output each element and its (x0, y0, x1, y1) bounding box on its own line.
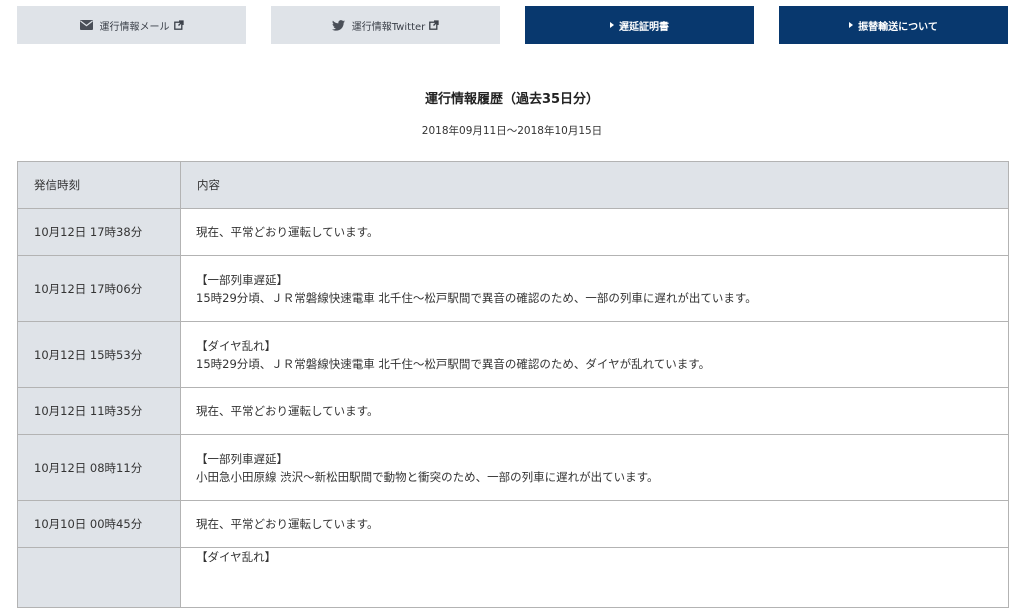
envelope-icon (79, 20, 93, 30)
row-content: 現在、平常どおり運転しています。 (180, 387, 1009, 435)
table-row: 10月12日 17時38分 現在、平常どおり運転しています。 (17, 208, 1009, 256)
top-navigation: 運行情報メール 運行情報Twitter 遅延証明書 振替輸送について (0, 6, 1024, 44)
history-period: 2018年09月11日～2018年10月15日 (421, 125, 603, 137)
row-body: 15時29分頃、ＪＲ常磐線快速電車 北千住～松戸駅間で異音の確認のため、ダイヤが… (196, 356, 711, 371)
service-info-twitter-button[interactable]: 運行情報Twitter (271, 6, 500, 44)
service-info-mail-button[interactable]: 運行情報メール (17, 6, 246, 44)
row-time: 10月12日 08時11分 (17, 434, 181, 501)
table-row: 10月10日 00時45分 現在、平常どおり運転しています。 (17, 500, 1009, 548)
triangle-right-icon (849, 22, 854, 28)
service-info-mail-label: 運行情報メール (99, 21, 170, 33)
row-time: 10月12日 17時06分 (17, 255, 181, 322)
external-link-icon (429, 20, 439, 30)
row-body: 現在、平常どおり運転しています。 (196, 404, 379, 418)
table-row: 10月12日 15時53分 【ダイヤ乱れ】 15時29分頃、ＪＲ常磐線快速電車 … (17, 321, 1009, 388)
column-header-time: 発信時刻 (17, 161, 181, 209)
page-title: 運行情報履歴（過去35日分） (424, 92, 600, 107)
row-content: 現在、平常どおり運転しています。 (180, 500, 1009, 548)
row-time: 10月12日 15時53分 (17, 321, 181, 388)
row-content: 【一部列車遅延】 15時29分頃、ＪＲ常磐線快速電車 北千住～松戸駅間で異音の確… (180, 255, 1009, 322)
service-info-twitter-label: 運行情報Twitter (351, 21, 426, 33)
transfer-transport-button[interactable]: 振替輸送について (779, 6, 1008, 44)
table-row: 10月12日 17時06分 【一部列車遅延】 15時29分頃、ＪＲ常磐線快速電車… (17, 255, 1009, 322)
column-header-content: 内容 (180, 161, 1009, 209)
table-row: 10月12日 11時35分 現在、平常どおり運転しています。 (17, 387, 1009, 435)
delay-certificate-button[interactable]: 遅延証明書 (525, 6, 754, 44)
row-content: 【一部列車遅延】 小田急小田原線 渋沢～新松田駅間で動物と衝突のため、一部の列車… (180, 434, 1009, 501)
history-table: 発信時刻 内容 10月12日 17時38分 現在、平常どおり運転しています。 1… (17, 161, 1009, 608)
row-time: 10月10日 00時45分 (17, 500, 181, 548)
row-body: 現在、平常どおり運転しています。 (196, 517, 379, 531)
table-header-row: 発信時刻 内容 (17, 161, 1009, 209)
transfer-transport-label: 振替輸送について (858, 21, 938, 33)
row-time: 10月12日 17時38分 (17, 208, 181, 256)
row-title: 【ダイヤ乱れ】 (196, 338, 277, 353)
twitter-bird-icon (331, 19, 345, 31)
row-title: 【一部列車遅延】 (196, 451, 288, 466)
row-content: 現在、平常どおり運転しています。 (180, 208, 1009, 256)
row-content: 【ダイヤ乱れ】 15時29分頃、ＪＲ常磐線快速電車 北千住～松戸駅間で異音の確認… (180, 321, 1009, 388)
table-row: 10月12日 08時11分 【一部列車遅延】 小田急小田原線 渋沢～新松田駅間で… (17, 434, 1009, 501)
delay-certificate-label: 遅延証明書 (619, 21, 669, 33)
row-title: 【一部列車遅延】 (196, 272, 288, 287)
triangle-right-icon (610, 22, 614, 28)
external-link-icon (173, 20, 184, 30)
row-body: 小田急小田原線 渋沢～新松田駅間で動物と衝突のため、一部の列車に遅れが出ています… (196, 469, 659, 484)
row-title: 【ダイヤ乱れ】 (196, 550, 277, 564)
row-body: 現在、平常どおり運転しています。 (196, 225, 379, 239)
row-time: 10月12日 11時35分 (17, 387, 181, 435)
row-body: 15時29分頃、ＪＲ常磐線快速電車 北千住～松戸駅間で異音の確認のため、一部の列… (196, 290, 757, 305)
